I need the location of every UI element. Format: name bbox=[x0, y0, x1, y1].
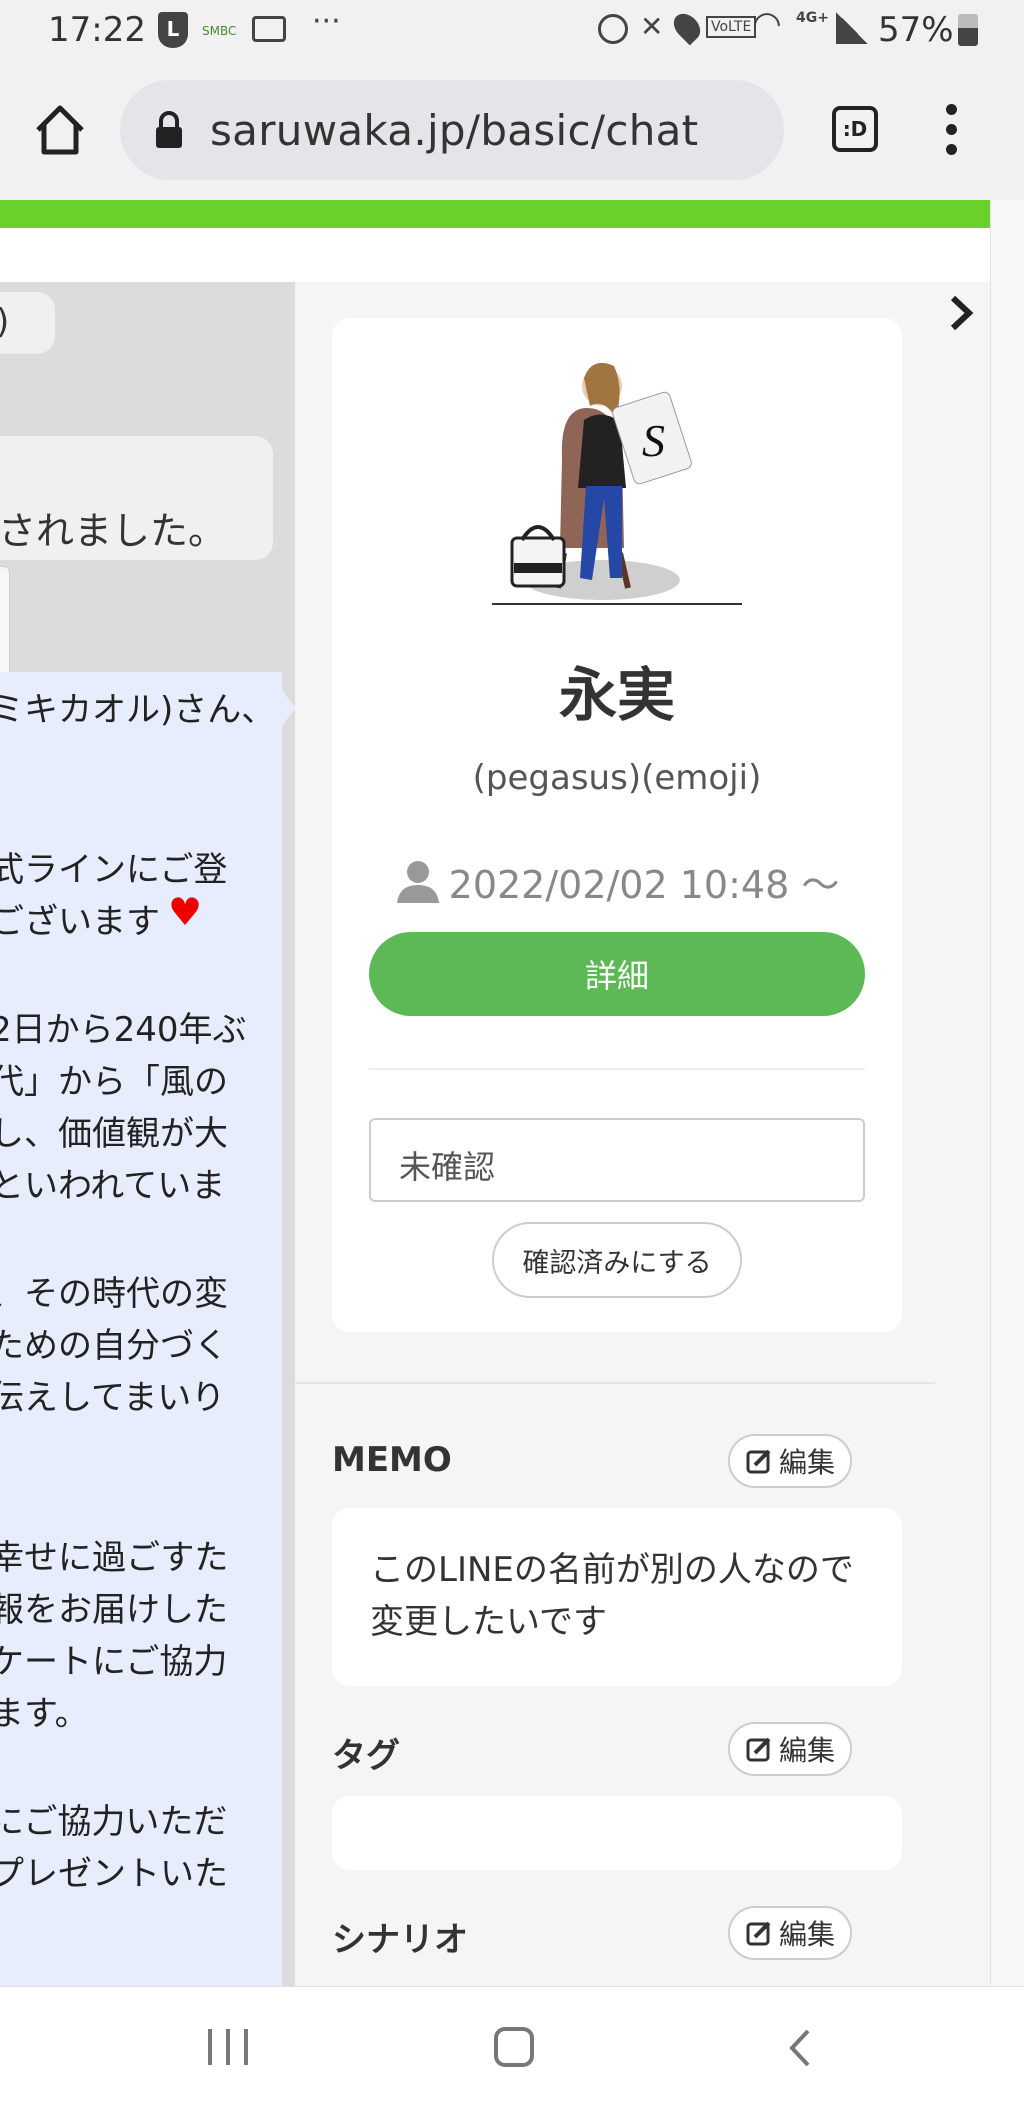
system-message-text: されました。 bbox=[0, 509, 227, 553]
message-line: 2日から240年ぶ bbox=[0, 1010, 247, 1050]
edit-icon bbox=[746, 1921, 771, 1946]
user-icon bbox=[396, 860, 439, 903]
svg-text:S: S bbox=[642, 415, 665, 466]
read-status-field[interactable]: 未確認 bbox=[369, 1118, 865, 1202]
avatar: S bbox=[492, 362, 742, 605]
profile-name: 永実 bbox=[558, 661, 675, 729]
url-field[interactable]: saruwaka.jp/basic/chat bbox=[120, 80, 784, 180]
volte-icon: VoLTE bbox=[706, 16, 757, 38]
memo-text: このLINEの名前が別の人なので変更したいです bbox=[370, 1550, 854, 1642]
page-scroll-edge bbox=[990, 200, 1024, 1986]
recent-apps-icon[interactable] bbox=[208, 2029, 248, 2065]
message-line: 報をお届けした bbox=[0, 1590, 228, 1630]
profile-card: S 永実 (pegasus)(emoji) 2022/02/02 10:48 ～… bbox=[332, 318, 902, 1332]
mark-confirmed-button[interactable]: 確認済みにする bbox=[492, 1222, 742, 1298]
message-line: 、その時代の変 bbox=[0, 1274, 228, 1314]
status-bar: 17:22 L SMBC ··· ✕ VoLTE ◠ 4G+ 57% bbox=[0, 0, 1024, 62]
message-line: ケートにご協力 bbox=[0, 1642, 228, 1682]
video-off-icon bbox=[252, 16, 286, 42]
memo-box: このLINEの名前が別の人なので変更したいです bbox=[332, 1508, 902, 1686]
edit-icon bbox=[746, 1737, 771, 1762]
signal-icon bbox=[836, 12, 868, 44]
section-divider bbox=[295, 1382, 935, 1384]
bubble-text: ) bbox=[0, 302, 9, 342]
message-line: し、価値観が大 bbox=[0, 1114, 228, 1154]
divider bbox=[369, 1068, 865, 1070]
wifi-icon: ◠ bbox=[752, 4, 782, 44]
memo-heading: MEMO bbox=[332, 1440, 452, 1480]
message-line: プレゼントいた bbox=[0, 1854, 228, 1894]
more-dots-icon: ··· bbox=[312, 4, 341, 39]
friend-since: 2022/02/02 10:48 ～ bbox=[448, 863, 840, 907]
app-header-bar bbox=[0, 200, 990, 228]
message-line: ための自分づく bbox=[0, 1326, 228, 1366]
heart-icon: ♥ bbox=[168, 890, 203, 934]
menu-kebab-icon[interactable] bbox=[946, 104, 958, 156]
battery-icon bbox=[958, 14, 978, 46]
edit-label: 編集 bbox=[778, 1918, 835, 1951]
message-line: ミキカオル)さん、 bbox=[0, 690, 276, 730]
message-line: 伝えしてまいり bbox=[0, 1378, 226, 1418]
browser-toolbar: saruwaka.jp/basic/chat :D bbox=[0, 62, 1024, 200]
edit-label: 編集 bbox=[778, 1446, 835, 1479]
url-text: saruwaka.jp/basic/chat bbox=[210, 106, 699, 155]
message-line: 代」から「風の bbox=[0, 1062, 228, 1102]
battery-level: 57% bbox=[878, 10, 954, 50]
scenario-heading: シナリオ bbox=[332, 1920, 468, 1960]
line-icon: L bbox=[158, 12, 188, 48]
home-icon[interactable] bbox=[32, 102, 88, 158]
tags-heading: タグ bbox=[332, 1736, 400, 1776]
system-message-bubble: されました。 bbox=[0, 436, 273, 560]
memo-edit-button[interactable]: 編集 bbox=[728, 1434, 852, 1488]
alarm-icon bbox=[598, 14, 628, 44]
location-icon bbox=[668, 8, 706, 46]
chat-page: ) されました。 ミキカオル)さん、 式ラインにご登 ございます ♥ 2日から2… bbox=[0, 228, 990, 1986]
edit-icon bbox=[746, 1449, 771, 1474]
message-line: ます。 bbox=[0, 1694, 89, 1734]
chat-bubble-partial: ) bbox=[0, 292, 55, 354]
user-profile-sidebar: S 永実 (pegasus)(emoji) 2022/02/02 10:48 ～… bbox=[295, 282, 990, 1986]
scenario-edit-button[interactable]: 編集 bbox=[728, 1906, 852, 1960]
chat-messages-pane[interactable]: ) されました。 ミキカオル)さん、 式ラインにご登 ございます ♥ 2日から2… bbox=[0, 282, 295, 1986]
message-line: 式ラインにご登 bbox=[0, 850, 228, 890]
status-time: 17:22 bbox=[48, 10, 146, 50]
tags-edit-button[interactable]: 編集 bbox=[728, 1722, 852, 1776]
detail-button[interactable]: 詳細 bbox=[369, 932, 865, 1016]
message-line: ございます bbox=[0, 902, 160, 942]
bubble-tail bbox=[282, 690, 295, 726]
home-nav-icon[interactable] bbox=[494, 2027, 534, 2067]
lock-icon bbox=[156, 111, 182, 148]
smbc-icon: SMBC bbox=[202, 24, 237, 38]
message-line: にご協力いただ bbox=[0, 1802, 228, 1842]
message-line: 幸せに過ごすた bbox=[0, 1538, 229, 1578]
tags-box bbox=[332, 1796, 902, 1870]
profile-subtitle: (pegasus)(emoji) bbox=[472, 758, 762, 798]
chevron-right-icon[interactable] bbox=[948, 294, 976, 332]
tab-switcher-button[interactable]: :D bbox=[832, 106, 878, 152]
edit-label: 編集 bbox=[778, 1734, 835, 1767]
back-icon[interactable] bbox=[786, 2027, 814, 2069]
mute-icon: ✕ bbox=[640, 10, 664, 43]
4g-icon: 4G+ bbox=[796, 10, 829, 26]
message-bubble: ミキカオル)さん、 式ラインにご登 ございます ♥ 2日から240年ぶ 代」から… bbox=[0, 672, 282, 1986]
system-navigation-bar bbox=[0, 1986, 1024, 2104]
message-line: といわれていま bbox=[0, 1166, 226, 1206]
